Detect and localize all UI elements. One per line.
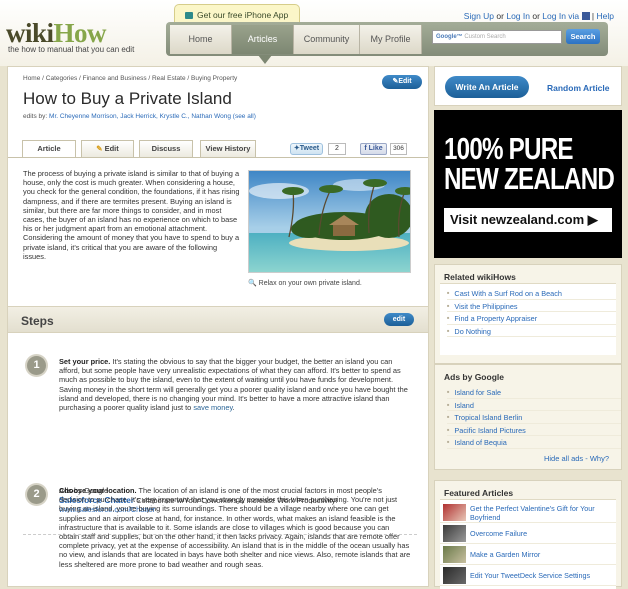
step-number: 1	[27, 356, 46, 375]
like-count: 306	[390, 143, 407, 155]
tab-divider	[8, 157, 428, 158]
tab-view-history[interactable]: View History	[200, 140, 256, 157]
sidebar-actions: Write An Article Random Article	[434, 66, 622, 106]
search-input[interactable]: Google™ Custom Search	[432, 30, 562, 44]
nav-articles[interactable]: Articles	[232, 25, 294, 54]
tagline: the how to manual that you can edit	[8, 45, 135, 54]
search-button[interactable]: Search	[566, 29, 600, 44]
pencil-icon: ✎	[96, 144, 105, 153]
step-text: Choose your location. The location of an…	[59, 486, 411, 569]
iphone-app-link[interactable]: Get our free iPhone App	[174, 4, 300, 24]
magnify-icon[interactable]: 🔍	[248, 280, 257, 287]
featured-articles-box: Featured Articles Get the Perfect Valent…	[434, 480, 622, 589]
featured-item[interactable]: Make a Garden Mirror	[440, 544, 616, 565]
tab-discuss[interactable]: Discuss	[139, 140, 193, 157]
tweet-button[interactable]: ✦Tweet	[290, 143, 323, 155]
phone-icon	[185, 12, 193, 19]
nav-active-pointer	[258, 55, 272, 64]
featured-item[interactable]: Edit Your TweetDeck Service Settings	[440, 565, 616, 586]
ads-title: Ads by Google	[444, 372, 504, 382]
login-link[interactable]: Log In	[506, 11, 530, 21]
page-title: How to Buy a Private Island	[23, 89, 232, 108]
ad-link[interactable]: Pacific Island Pictures	[447, 424, 621, 436]
site-header: wikiHow the how to manual that you can e…	[0, 0, 628, 66]
steps-title: Steps	[21, 314, 54, 328]
write-article-button[interactable]: Write An Article	[445, 76, 529, 98]
step-number: 2	[27, 485, 46, 504]
random-article-link[interactable]: Random Article	[547, 83, 610, 93]
article-intro: The process of buying a private island i…	[23, 169, 240, 261]
featured-item[interactable]: Overcome Failure	[440, 523, 616, 544]
tweetdeck-thumbnail	[443, 567, 466, 584]
edits-by: edits by: Mr. Cheyenne Morrison, Jack He…	[23, 113, 256, 120]
related-item[interactable]: Visit the Philippines	[447, 300, 616, 312]
failure-thumbnail	[443, 525, 466, 542]
breadcrumb[interactable]: Home / Categories / Finance and Business…	[23, 75, 237, 82]
sidebar-ads-box: Ads by Google Island for Sale Island Tro…	[434, 364, 622, 470]
steps-header: Steps edit	[8, 306, 428, 333]
signup-link[interactable]: Sign Up	[464, 11, 494, 21]
nav-home[interactable]: Home	[170, 25, 232, 54]
user-links: Sign Up or Log In or Log In via | Help	[463, 11, 614, 21]
authors-link[interactable]: Mr. Cheyenne Morrison, Jack Herrick, Kry…	[49, 113, 256, 120]
related-item[interactable]: Find a Property Appraiser	[447, 312, 616, 325]
featured-item[interactable]: Get the Perfect Valentine's Gift for You…	[440, 502, 616, 523]
ad-link[interactable]: Island	[447, 399, 621, 411]
ad-headline: 100% PURE NEW ZEALAND	[444, 131, 615, 196]
image-caption: 🔍 Relax on your own private island.	[248, 280, 362, 287]
help-link[interactable]: Help	[597, 11, 614, 21]
related-item[interactable]: Do Nothing	[447, 325, 616, 337]
wikihow-logo[interactable]: wikiHow	[6, 20, 107, 47]
login-via-link[interactable]: Log In via	[542, 11, 579, 21]
garden-mirror-thumbnail	[443, 546, 466, 563]
step-text: Set your price. It's stating the obvious…	[59, 357, 408, 413]
ad-url[interactable]: Visit newzealand.com ▶	[444, 208, 612, 232]
tweet-count: 2	[328, 143, 346, 155]
save-money-link[interactable]: save money	[193, 403, 232, 412]
related-wikihows-box: Related wikiHows Cast With a Surf Rod on…	[434, 264, 622, 364]
valentine-thumbnail	[443, 504, 466, 521]
nav-my-profile[interactable]: My Profile	[360, 25, 422, 54]
tab-article[interactable]: Article	[22, 140, 76, 158]
tab-edit[interactable]: ✎ Edit	[81, 140, 134, 157]
featured-title: Featured Articles	[444, 488, 514, 498]
ad-link[interactable]: Island of Bequia	[447, 436, 621, 449]
facebook-icon[interactable]	[581, 12, 590, 20]
steps-edit-button[interactable]: edit	[384, 313, 414, 326]
hide-ads-link[interactable]: Hide all ads - Why?	[544, 454, 609, 463]
related-item[interactable]: Cast With a Surf Rod on a Beach	[447, 287, 616, 300]
ad-link[interactable]: Tropical Island Berlin	[447, 411, 621, 424]
nav-community[interactable]: Community	[294, 25, 360, 54]
island-photo[interactable]	[248, 170, 411, 273]
related-title: Related wikiHows	[444, 272, 516, 282]
ad-link[interactable]: Island for Sale	[447, 386, 621, 399]
article-panel: Home / Categories / Finance and Business…	[7, 66, 429, 587]
edit-article-button[interactable]: ✎Edit	[382, 75, 422, 89]
newzealand-ad[interactable]: 100% PURE NEW ZEALAND Visit newzealand.co…	[434, 110, 622, 258]
facebook-like-button[interactable]: f Like	[360, 143, 387, 155]
